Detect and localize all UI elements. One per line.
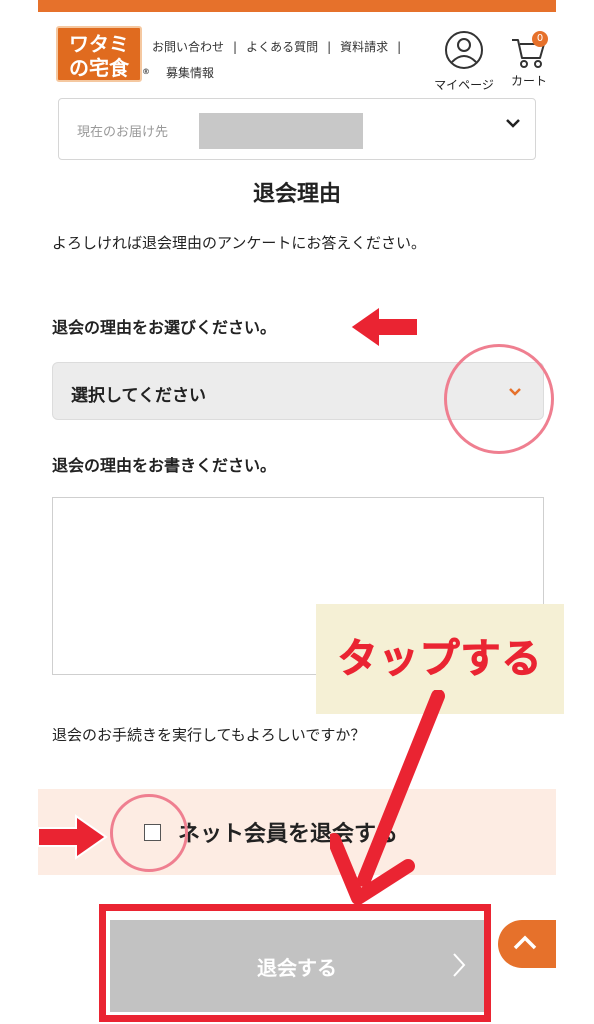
divider: | xyxy=(233,40,238,54)
link-recruit[interactable]: 募集情報 xyxy=(166,66,214,80)
reason-select-label: 退会の理由をお選びください。 xyxy=(52,318,277,337)
redacted-address xyxy=(199,113,363,149)
delivery-address-selector[interactable]: 現在のお届け先 xyxy=(58,98,536,160)
withdraw-button[interactable]: 退会する xyxy=(110,920,484,1012)
divider: | xyxy=(397,40,402,54)
link-brochure[interactable]: 資料請求 xyxy=(340,40,388,54)
annotation-arrow-icon xyxy=(330,690,445,905)
user-circle-icon xyxy=(445,31,483,69)
page-title: 退会理由 xyxy=(252,182,341,207)
intro-text: よろしければ退会理由のアンケートにお答えください。 xyxy=(52,234,426,252)
divider: | xyxy=(327,40,332,54)
scroll-to-top-button[interactable] xyxy=(498,920,556,968)
chevron-up-icon xyxy=(513,935,537,950)
brand-logo[interactable]: ワタミ の宅食 ® xyxy=(56,26,150,82)
confirm-question: 退会のお手続きを実行してもよろしいですか？ xyxy=(52,726,366,744)
highlight-circle xyxy=(110,794,188,872)
cart-count-badge: 0 xyxy=(532,31,548,47)
pointer-arrow-icon xyxy=(348,304,419,350)
header-top-bar xyxy=(38,0,556,12)
link-faq[interactable]: よくある質問 xyxy=(246,40,318,54)
header-links: お問い合わせ | よくある質問 | 資料請求 | 募集情報 xyxy=(152,34,442,86)
mypage-button[interactable]: マイページ xyxy=(432,30,496,93)
pointer-arrow-icon xyxy=(37,814,108,860)
cart-button[interactable]: 0 カート xyxy=(506,31,552,89)
chevron-down-icon xyxy=(506,119,520,128)
chevron-right-icon xyxy=(453,953,466,977)
reason-text-label: 退会の理由をお書きください。 xyxy=(52,456,277,475)
highlight-circle xyxy=(444,344,554,454)
delivery-label: 現在のお届け先 xyxy=(77,125,169,140)
link-contact[interactable]: お問い合わせ xyxy=(152,40,224,54)
